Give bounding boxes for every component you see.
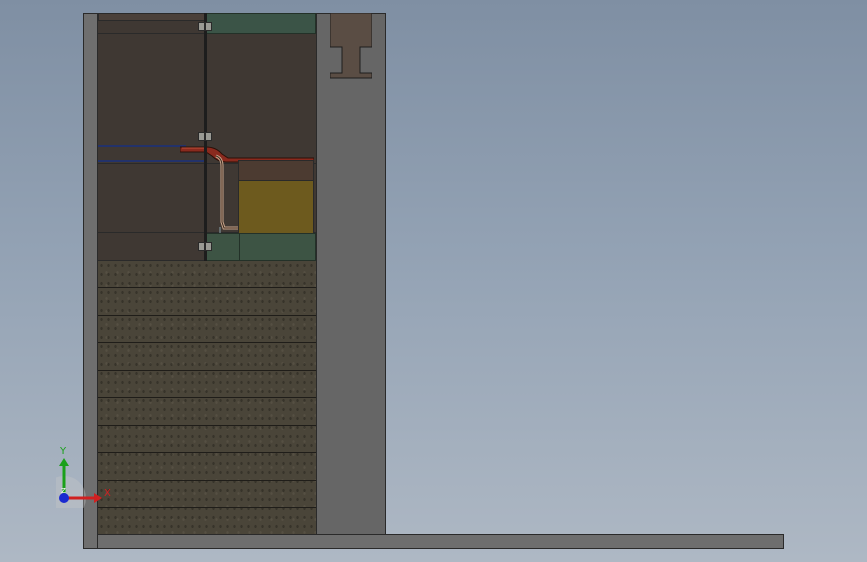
layer-line — [98, 315, 316, 316]
base-slab — [97, 534, 784, 549]
axis-x-label: X — [104, 488, 111, 499]
aggregate-stack — [98, 261, 316, 535]
layer-line — [98, 452, 316, 453]
layer-line — [98, 480, 316, 481]
axis-y-label: Y — [59, 446, 67, 457]
top-green-block — [206, 13, 316, 34]
layer-line — [98, 370, 316, 371]
i-beam-icon — [330, 13, 372, 79]
layer-line — [98, 397, 316, 398]
axis-z-label: Z — [61, 487, 66, 495]
green-base-block — [206, 233, 316, 261]
header-block — [238, 160, 314, 181]
upper-wire — [98, 145, 186, 147]
clamp-icon — [198, 242, 212, 251]
clamp-icon — [198, 22, 212, 31]
yellow-block — [238, 180, 314, 234]
layer-line — [98, 507, 316, 508]
green-divider — [239, 234, 240, 260]
clamp-icon — [198, 132, 212, 141]
right-wall — [316, 13, 386, 535]
coordinate-triad-icon[interactable]: Y X Z — [56, 444, 116, 508]
top-strip — [98, 13, 206, 21]
layer-line — [98, 287, 316, 288]
layer-line — [98, 342, 316, 343]
layer-line — [98, 425, 316, 426]
